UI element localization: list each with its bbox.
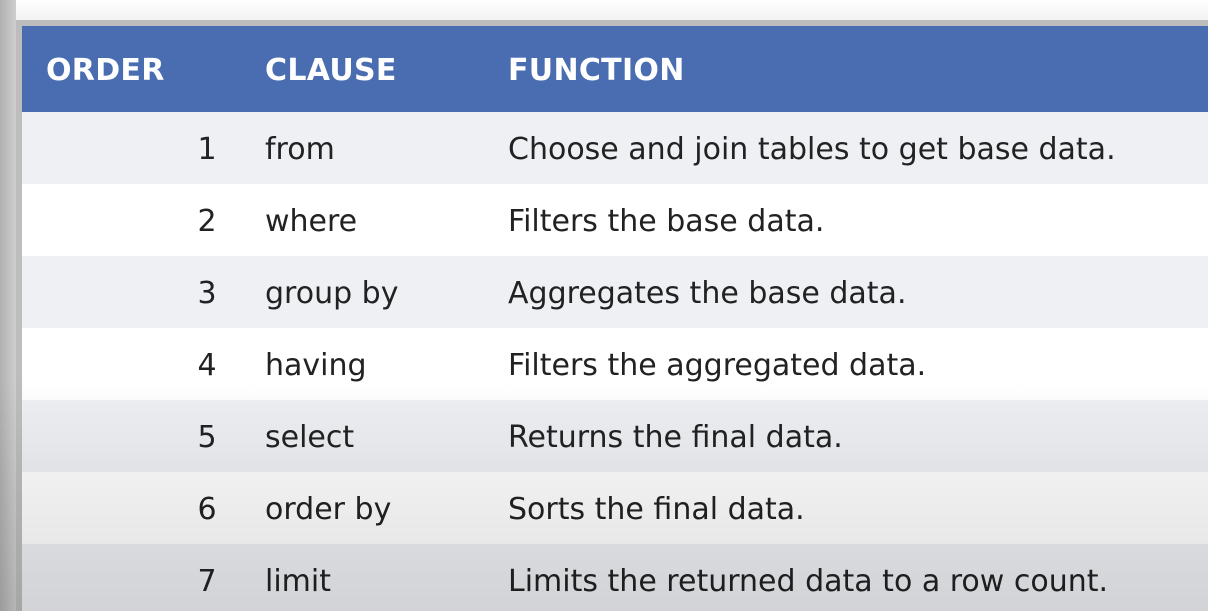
- table-header-row: ORDER CLAUSE FUNCTION: [22, 26, 1208, 112]
- function-cell: Filters the aggregated data.: [508, 348, 927, 383]
- clause-cell: select: [265, 420, 355, 455]
- table-row: 4 having Filters the aggregated data.: [22, 328, 1208, 400]
- header-clause: CLAUSE: [265, 53, 397, 88]
- table-row: 3 group by Aggregates the base data.: [22, 256, 1208, 328]
- function-cell: Returns the final data.: [508, 420, 843, 455]
- clause-cell: group by: [265, 276, 399, 311]
- left-edge: [0, 0, 16, 611]
- order-cell: 6: [197, 492, 217, 527]
- table-row: 6 order by Sorts the final data.: [22, 472, 1208, 544]
- function-cell: Sorts the final data.: [508, 492, 805, 527]
- clause-cell: where: [265, 204, 358, 239]
- clause-cell: from: [265, 132, 335, 167]
- clause-cell: order by: [265, 492, 392, 527]
- order-cell: 7: [197, 564, 217, 599]
- header-order: ORDER: [46, 53, 165, 88]
- clause-cell: having: [265, 348, 367, 383]
- order-cell: 2: [197, 204, 217, 239]
- clause-cell: limit: [265, 564, 331, 599]
- order-cell: 5: [197, 420, 217, 455]
- header-function: FUNCTION: [508, 53, 685, 88]
- table-row: 5 select Returns the final data.: [22, 400, 1208, 472]
- table-row: 7 limit Limits the returned data to a ro…: [22, 544, 1208, 611]
- order-cell: 1: [197, 132, 217, 167]
- sql-clause-order-table: ORDER CLAUSE FUNCTION 1 from Choose and …: [22, 26, 1208, 611]
- top-strip: [0, 0, 1208, 22]
- function-cell: Choose and join tables to get base data.: [508, 132, 1116, 167]
- function-cell: Aggregates the base data.: [508, 276, 907, 311]
- order-cell: 3: [197, 276, 217, 311]
- function-cell: Filters the base data.: [508, 204, 825, 239]
- order-cell: 4: [197, 348, 217, 383]
- table-row: 2 where Filters the base data.: [22, 184, 1208, 256]
- table-row: 1 from Choose and join tables to get bas…: [22, 112, 1208, 184]
- function-cell: Limits the returned data to a row count.: [508, 564, 1109, 599]
